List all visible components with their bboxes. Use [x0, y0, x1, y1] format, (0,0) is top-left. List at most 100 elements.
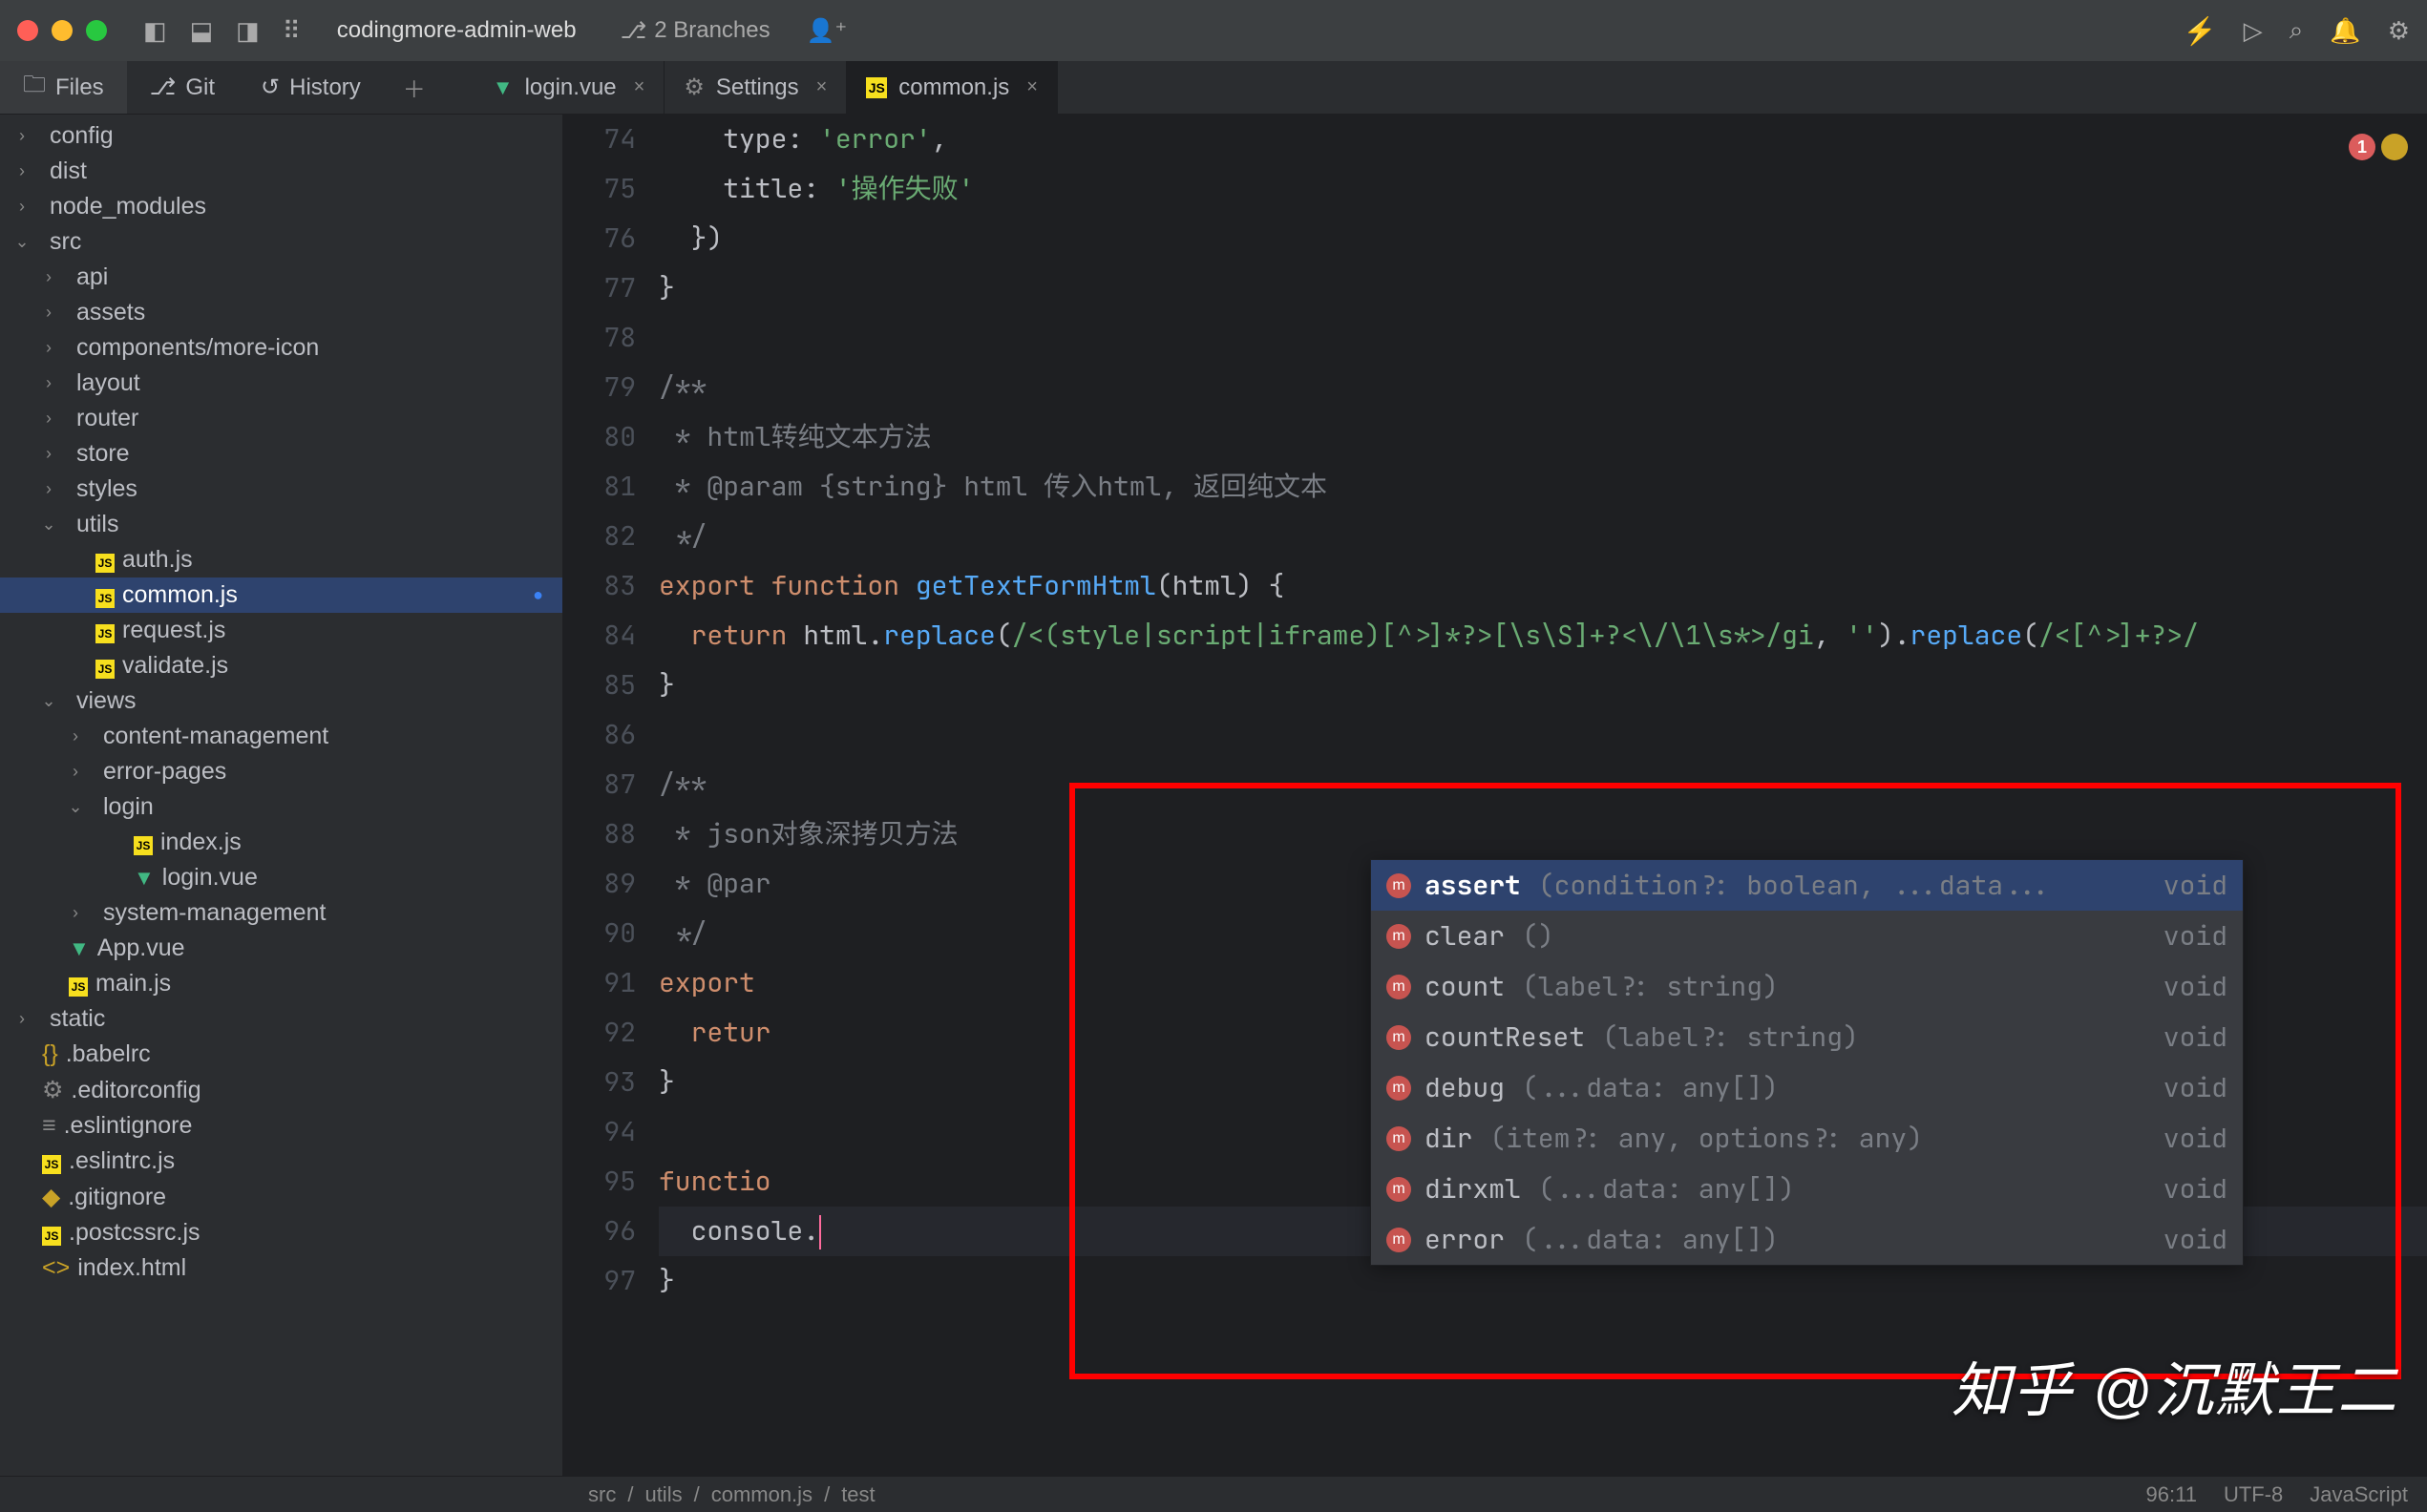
grid-icon[interactable]: ⠿ — [283, 16, 301, 46]
tree-item-dist[interactable]: ›dist — [0, 154, 562, 189]
tree-item-main-js[interactable]: JSmain.js — [0, 966, 562, 1001]
editor-tab-login-vue[interactable]: ▼login.vue× — [474, 61, 665, 114]
tree-label: .eslintrc.js — [69, 1147, 175, 1175]
file-icon: JS — [69, 970, 88, 998]
run-icon[interactable]: ▷ — [2244, 16, 2263, 46]
tree-label: src — [50, 228, 81, 256]
cursor-position[interactable]: 96:11 — [2146, 1482, 2197, 1507]
autocomplete-popup[interactable]: massert(condition?: boolean, ...data...v… — [1370, 859, 2244, 1266]
tree-item--eslintrc-js[interactable]: JS.eslintrc.js — [0, 1144, 562, 1179]
tree-item-store[interactable]: ›store — [0, 436, 562, 472]
tree-item-static[interactable]: ›static — [0, 1001, 562, 1037]
tree-item-api[interactable]: ›api — [0, 260, 562, 295]
code-editor[interactable]: 1 74757677787980818283848586878889909192… — [563, 115, 2427, 1476]
statusbar: src/utils/common.js/test 96:11 UTF-8 Jav… — [0, 1476, 2427, 1512]
maximize-window[interactable] — [86, 20, 107, 41]
language[interactable]: JavaScript — [2310, 1482, 2408, 1507]
tree-item-layout[interactable]: ›layout — [0, 366, 562, 401]
method-icon: m — [1386, 1025, 1411, 1050]
tree-label: .postcssrc.js — [69, 1219, 200, 1247]
tree-item-src[interactable]: ⌄ src — [0, 224, 562, 260]
breadcrumb-segment[interactable]: common.js — [711, 1482, 813, 1507]
watermark: 知乎 @沉默王二 — [1952, 1342, 2398, 1428]
ac-return: void — [2163, 868, 2227, 903]
close-window[interactable] — [17, 20, 38, 41]
editor-tab-common-js[interactable]: JScommon.js× — [847, 61, 1058, 114]
file-icon: ▼ — [69, 934, 90, 962]
titlebar: ◧ ⬓ ◨ ⠿ codingmore-admin-web ⎇ 2 Branche… — [0, 0, 2427, 61]
tree-item-assets[interactable]: ›assets — [0, 295, 562, 330]
tree-item-app-vue[interactable]: ▼App.vue — [0, 931, 562, 966]
autocomplete-item-countReset[interactable]: mcountReset(label?: string)void — [1371, 1012, 2243, 1062]
panel-right-icon[interactable]: ◨ — [236, 16, 260, 46]
minimize-window[interactable] — [52, 20, 73, 41]
ac-name: count — [1425, 969, 1505, 1004]
tree-item-styles[interactable]: ›styles — [0, 472, 562, 507]
breadcrumb-segment[interactable]: utils — [644, 1482, 682, 1507]
close-tab-icon[interactable]: × — [1026, 76, 1038, 98]
tree-item--postcssrc-js[interactable]: JS.postcssrc.js — [0, 1215, 562, 1250]
tree-item-login[interactable]: ⌄login — [0, 789, 562, 825]
tree-item-validate-js[interactable]: JSvalidate.js — [0, 648, 562, 683]
error-count: 1 — [2349, 134, 2375, 160]
tree-item-views[interactable]: ⌄views — [0, 683, 562, 719]
ac-signature: () — [1522, 918, 1554, 954]
chevron-icon: ⌄ — [10, 232, 34, 252]
panel-bottom-icon[interactable]: ⬓ — [190, 16, 214, 46]
history-icon: ↺ — [261, 74, 280, 101]
autocomplete-item-assert[interactable]: massert(condition?: boolean, ...data...v… — [1371, 860, 2243, 911]
file-tree[interactable]: ›config›dist›node_modules ⌄ src ›api›assets… — [0, 115, 563, 1476]
tree-item-components-more-icon[interactable]: ›components/more-icon — [0, 330, 562, 366]
autocomplete-item-debug[interactable]: mdebug(...data: any[])void — [1371, 1062, 2243, 1113]
breadcrumb[interactable]: src/utils/common.js/test — [588, 1482, 876, 1507]
add-user-icon[interactable]: 👤⁺ — [807, 17, 848, 45]
autocomplete-item-clear[interactable]: mclear()void — [1371, 911, 2243, 961]
project-name[interactable]: codingmore-admin-web — [337, 17, 577, 44]
tree-item-auth-js[interactable]: JSauth.js — [0, 542, 562, 578]
tree-item-node_modules[interactable]: ›node_modules — [0, 189, 562, 224]
tree-label: styles — [76, 475, 137, 503]
tree-item-system-management[interactable]: ›system-management — [0, 895, 562, 931]
method-icon: m — [1386, 1228, 1411, 1252]
autocomplete-item-error[interactable]: merror(...data: any[])void — [1371, 1214, 2243, 1265]
autocomplete-item-count[interactable]: mcount(label?: string)void — [1371, 961, 2243, 1012]
tree-item-common-js[interactable]: JScommon.js● — [0, 578, 562, 613]
tree-item-request-js[interactable]: JSrequest.js — [0, 613, 562, 648]
settings-icon[interactable]: ⚙ — [2388, 16, 2410, 46]
method-icon: m — [1386, 1177, 1411, 1202]
close-tab-icon[interactable]: × — [816, 76, 828, 98]
tree-item-login-vue[interactable]: ▼login.vue — [0, 860, 562, 895]
search-icon[interactable]: ⌕ — [2290, 15, 2304, 46]
breadcrumb-segment[interactable]: src — [588, 1482, 616, 1507]
tree-item-error-pages[interactable]: ›error-pages — [0, 754, 562, 789]
branch-icon: ⎇ — [621, 17, 647, 45]
tree-item--eslintignore[interactable]: ≡.eslintignore — [0, 1108, 562, 1144]
tree-label: error-pages — [103, 758, 226, 786]
tree-item--babelrc[interactable]: {}.babelrc — [0, 1037, 562, 1072]
editor-tab-settings[interactable]: ⚙Settings× — [665, 61, 847, 114]
tree-item-index-html[interactable]: <>index.html — [0, 1250, 562, 1286]
panel-left-icon[interactable]: ◧ — [143, 16, 167, 46]
breadcrumb-segment[interactable]: test — [841, 1482, 875, 1507]
bolt-icon[interactable]: ⚡ — [2184, 15, 2217, 47]
autocomplete-item-dir[interactable]: mdir(item?: any, options?: any)void — [1371, 1113, 2243, 1164]
tree-item-content-management[interactable]: ›content-management — [0, 719, 562, 754]
error-badge[interactable]: 1 — [2349, 134, 2408, 160]
nav-tab-history[interactable]: ↺ History — [238, 61, 384, 114]
encoding[interactable]: UTF-8 — [2224, 1482, 2283, 1507]
tree-item-config[interactable]: ›config — [0, 118, 562, 154]
tree-item-utils[interactable]: ⌄utils — [0, 507, 562, 542]
nav-tab-git[interactable]: ⎇ Git — [127, 61, 238, 114]
tree-label: request.js — [122, 617, 225, 644]
branches-button[interactable]: ⎇ 2 Branches — [621, 17, 770, 45]
tree-label: .babelrc — [66, 1040, 151, 1068]
autocomplete-item-dirxml[interactable]: mdirxml(...data: any[])void — [1371, 1164, 2243, 1214]
close-tab-icon[interactable]: × — [634, 76, 645, 98]
nav-tab-files[interactable]: 🗀 Files — [0, 61, 127, 114]
tree-item-router[interactable]: ›router — [0, 401, 562, 436]
tree-item--gitignore[interactable]: ◆.gitignore — [0, 1179, 562, 1215]
nav-add-button[interactable]: ＋ — [384, 61, 445, 114]
tree-item-index-js[interactable]: JSindex.js — [0, 825, 562, 860]
notifications-icon[interactable]: 🔔 — [2330, 16, 2360, 46]
tree-item--editorconfig[interactable]: ⚙.editorconfig — [0, 1072, 562, 1108]
